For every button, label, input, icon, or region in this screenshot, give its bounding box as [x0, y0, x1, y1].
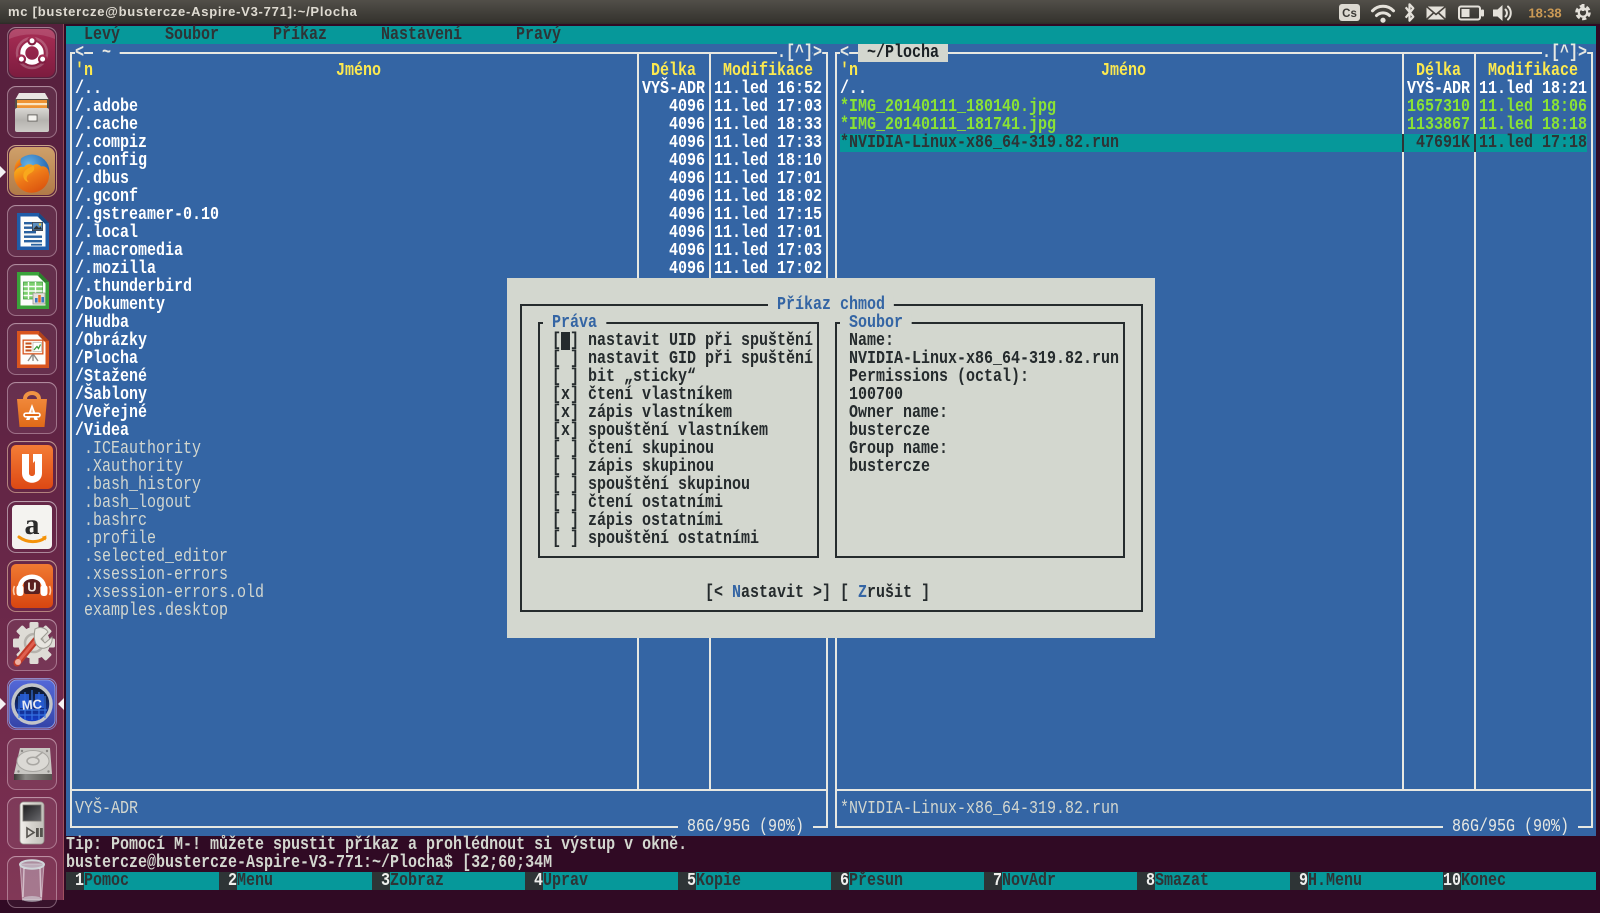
svg-text:a: a — [25, 508, 40, 541]
svg-text:Cs: Cs — [1342, 8, 1357, 20]
svg-text:MC: MC — [21, 696, 43, 712]
svg-text:U: U — [27, 580, 36, 595]
svg-text:18:38: 18:38 — [1528, 6, 1561, 21]
